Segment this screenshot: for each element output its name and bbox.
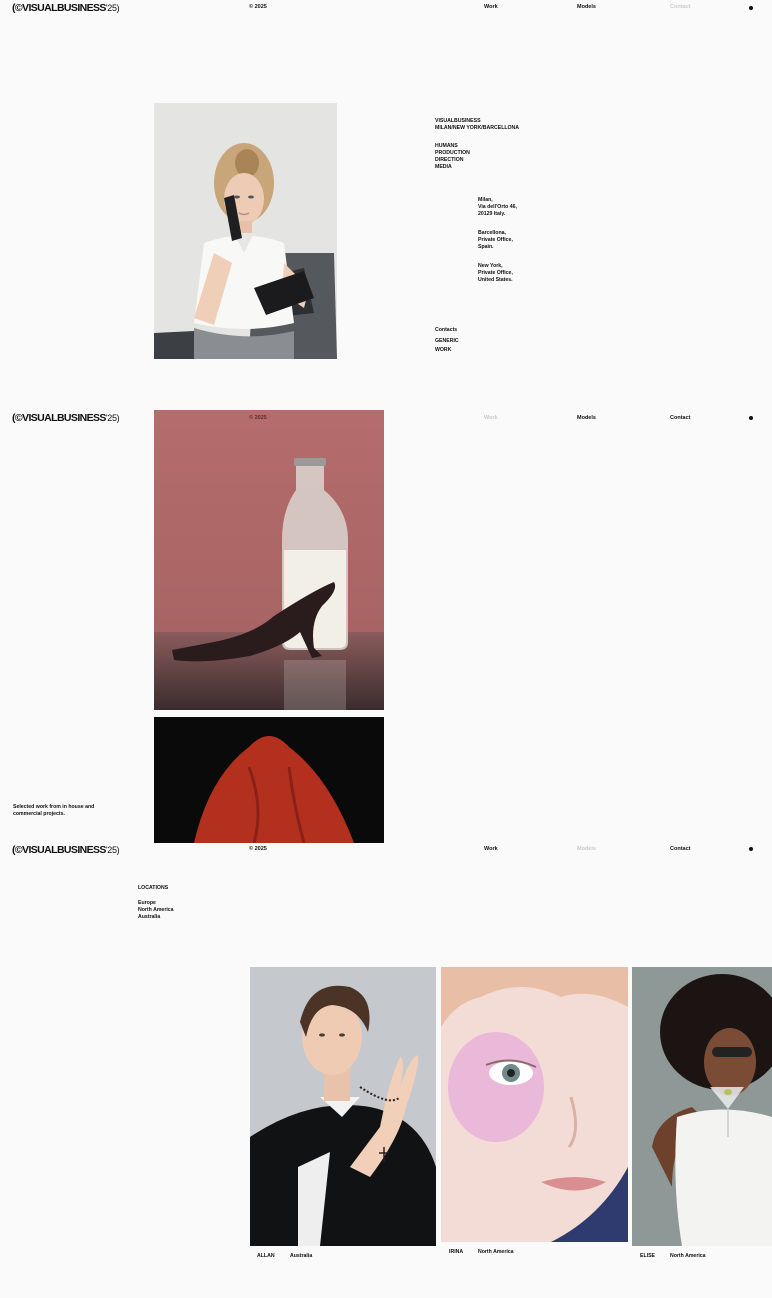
- model-photo-allan[interactable]: [250, 967, 436, 1246]
- work-photo-milk-shoe: [154, 410, 384, 710]
- model-photo-elise[interactable]: [632, 967, 772, 1246]
- office-barcellona: Barcellona, Private Office, Spain.: [478, 230, 513, 250]
- nav-contact[interactable]: Contact: [670, 846, 690, 852]
- office-newyork: New York, Private Office, United States.: [478, 263, 513, 283]
- location-filter-europe[interactable]: Europe: [138, 900, 174, 907]
- logo[interactable]: (©VISUALBUSINESS'25): [12, 412, 120, 424]
- model-name-allan[interactable]: ALLAN: [257, 1253, 275, 1260]
- nav-models[interactable]: Models: [577, 4, 596, 10]
- nav-work[interactable]: Work: [484, 415, 498, 421]
- model-location-allan: Australia: [290, 1253, 313, 1259]
- copyright-year: © 2025: [249, 415, 267, 421]
- locations-filter: Europe North America Australia: [138, 900, 174, 921]
- nav-work[interactable]: Work: [484, 4, 498, 10]
- location-filter-north-america[interactable]: North America: [138, 907, 174, 914]
- nav-contact[interactable]: Contact: [670, 4, 690, 10]
- nav-contact[interactable]: Contact: [670, 415, 690, 421]
- hero-photo-phone: [154, 103, 337, 359]
- service-item: DIRECTION: [435, 157, 464, 163]
- contact-links: GENERIC WORK: [435, 338, 459, 354]
- contacts-label: Contacts: [435, 327, 458, 333]
- logo[interactable]: (©VISUALBUSINESS'25): [12, 2, 120, 14]
- model-photo-irina[interactable]: [441, 967, 628, 1242]
- nav-models[interactable]: Models: [577, 415, 596, 421]
- nav-work[interactable]: Work: [484, 846, 498, 852]
- copyright-year: © 2025: [249, 4, 267, 10]
- menu-dot-icon[interactable]: [749, 416, 753, 420]
- office-milan: Milan, Via dell'Orto 46, 20129 Italy.: [478, 197, 517, 217]
- service-item: MEDIA: [435, 164, 452, 170]
- model-location-elise: North America: [670, 1253, 706, 1259]
- contact-link-generic[interactable]: GENERIC: [435, 338, 459, 345]
- contact-link-work[interactable]: WORK: [435, 347, 459, 354]
- services-list: HUMANS PRODUCTION DIRECTION MEDIA: [435, 143, 470, 171]
- location-filter-australia[interactable]: Australia: [138, 914, 174, 921]
- locations-label: LOCATIONS: [138, 885, 169, 891]
- service-item: HUMANS: [435, 143, 458, 149]
- logo[interactable]: (©VISUALBUSINESS'25): [12, 844, 120, 856]
- menu-dot-icon[interactable]: [749, 6, 753, 10]
- copyright-year: © 2025: [249, 846, 267, 852]
- model-name-elise[interactable]: ELISE: [640, 1253, 655, 1260]
- service-item: PRODUCTION: [435, 150, 470, 156]
- about-company: VISUALBUSINESS MILAN/NEW YORK/BARCELLONA: [435, 118, 520, 131]
- model-name-irina[interactable]: IRINA: [449, 1249, 463, 1256]
- nav-models[interactable]: Models: [577, 846, 596, 852]
- model-location-irina: North America: [478, 1249, 514, 1255]
- work-photo-red-cloth: [154, 717, 384, 843]
- menu-dot-icon[interactable]: [749, 847, 753, 851]
- work-caption: Selected work from in house and commerci…: [13, 804, 95, 817]
